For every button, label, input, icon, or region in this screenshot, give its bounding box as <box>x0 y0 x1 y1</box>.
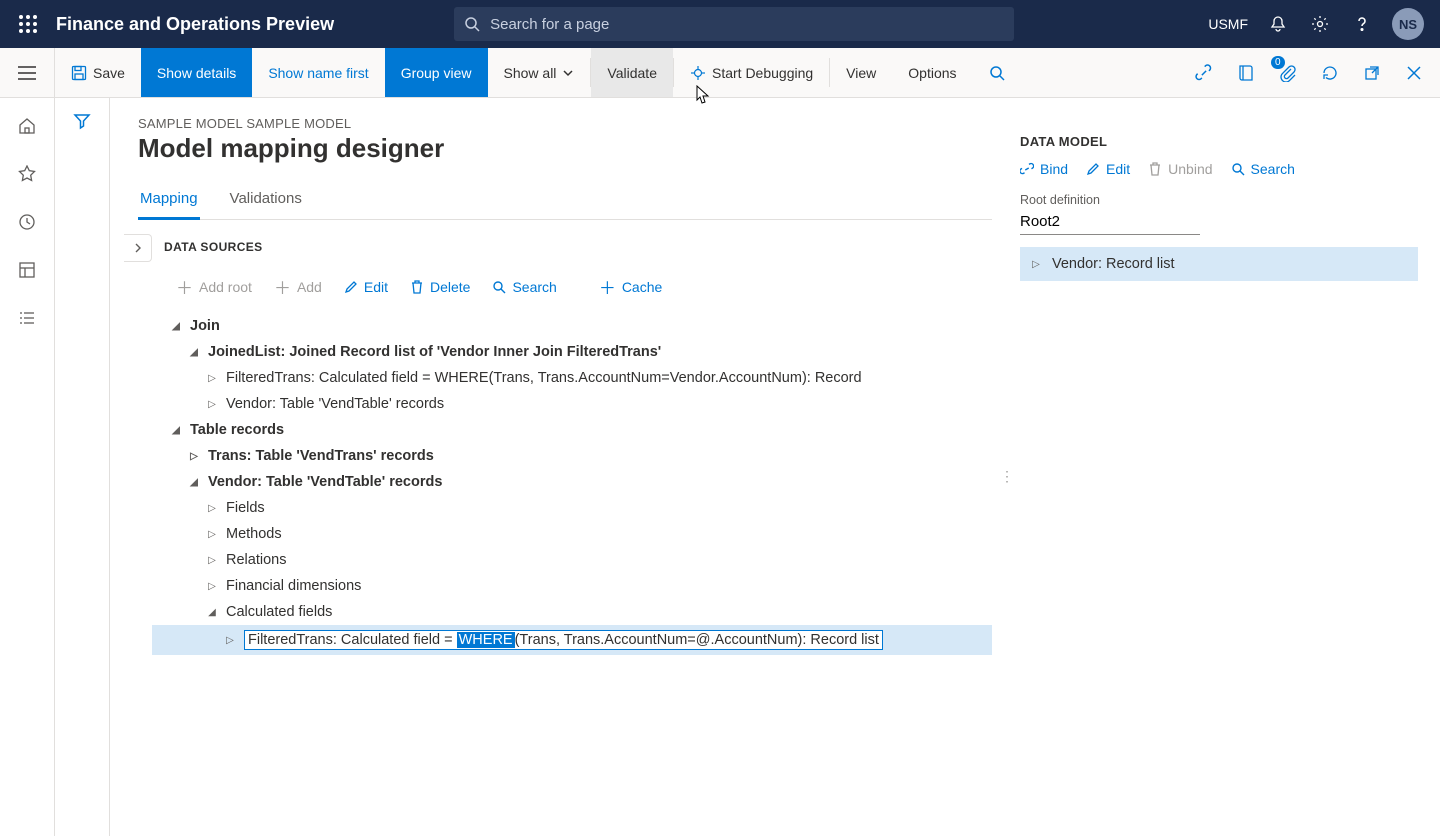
company-picker[interactable]: USMF <box>1208 16 1248 32</box>
data-sources-title: DATA SOURCES <box>164 240 263 254</box>
actionbar-search[interactable] <box>973 48 1021 97</box>
gear-icon[interactable] <box>1308 12 1332 36</box>
bind-button[interactable]: Bind <box>1020 161 1068 177</box>
chevron-down-icon <box>562 67 574 79</box>
avatar[interactable]: NS <box>1392 8 1424 40</box>
popout-icon[interactable] <box>1358 59 1386 87</box>
root-definition-input[interactable] <box>1020 209 1200 235</box>
recent-icon[interactable] <box>15 210 39 234</box>
save-icon <box>71 65 87 81</box>
add-button: ＋Add <box>274 274 322 299</box>
start-debugging-button[interactable]: Start Debugging <box>674 48 829 97</box>
tab-validations[interactable]: Validations <box>228 182 304 219</box>
dm-edit-button[interactable]: Edit <box>1086 161 1130 177</box>
notifications-icon[interactable] <box>1266 12 1290 36</box>
expand-datasource-types[interactable] <box>124 234 152 262</box>
tree-methods[interactable]: ▷Methods <box>152 521 992 547</box>
dm-vendor-node[interactable]: ▷ Vendor: Record list <box>1020 247 1418 281</box>
attachments-icon[interactable]: 0 <box>1274 59 1302 87</box>
search-icon <box>464 16 480 32</box>
page-title: Model mapping designer <box>138 133 992 164</box>
tree-join[interactable]: ◢Join <box>152 313 992 339</box>
debug-icon <box>690 65 706 81</box>
refresh-icon[interactable] <box>1316 59 1344 87</box>
validate-button[interactable]: Validate <box>591 48 673 97</box>
search-placeholder: Search for a page <box>490 16 609 33</box>
global-search[interactable]: Search for a page <box>454 7 1014 41</box>
breadcrumb: SAMPLE MODEL SAMPLE MODEL <box>138 116 992 131</box>
tree-fields[interactable]: ▷Fields <box>152 495 992 521</box>
close-icon[interactable] <box>1400 59 1428 87</box>
data-model-title: DATA MODEL <box>1020 134 1418 149</box>
tree-vendor-joined[interactable]: ▷Vendor: Table 'VendTable' records <box>152 391 992 417</box>
tree-relations[interactable]: ▷Relations <box>152 547 992 573</box>
tree-table-records[interactable]: ◢Table records <box>152 417 992 443</box>
view-menu[interactable]: View <box>830 48 892 97</box>
ds-search-button[interactable]: Search <box>492 274 556 299</box>
link-icon[interactable] <box>1190 59 1218 87</box>
modules-icon[interactable] <box>15 306 39 330</box>
filter-icon[interactable] <box>73 112 91 836</box>
book-icon[interactable] <box>1232 59 1260 87</box>
tree-filteredtrans[interactable]: ▷FilteredTrans: Calculated field = WHERE… <box>152 365 992 391</box>
show-name-first-button[interactable]: Show name first <box>252 48 384 97</box>
tree-calculated-fields[interactable]: ◢Calculated fields <box>152 599 992 625</box>
hamburger-icon[interactable] <box>0 48 55 97</box>
waffle-menu[interactable] <box>8 0 48 48</box>
tree-trans[interactable]: ▷Trans: Table 'VendTrans' records <box>152 443 992 469</box>
root-definition-label: Root definition <box>1020 193 1418 207</box>
options-menu[interactable]: Options <box>892 48 972 97</box>
edit-button[interactable]: Edit <box>344 274 388 299</box>
save-button[interactable]: Save <box>55 48 141 97</box>
tree-filteredtrans-selected[interactable]: ▷ FilteredTrans: Calculated field = WHER… <box>152 625 992 655</box>
tab-mapping[interactable]: Mapping <box>138 182 200 220</box>
cache-button[interactable]: ＋Cache <box>599 274 662 299</box>
show-details-button[interactable]: Show details <box>141 48 252 97</box>
unbind-button: Unbind <box>1148 161 1212 177</box>
dm-search-button[interactable]: Search <box>1231 161 1295 177</box>
help-icon[interactable] <box>1350 12 1374 36</box>
group-view-button[interactable]: Group view <box>385 48 488 97</box>
add-root-button: ＋Add root <box>176 274 252 299</box>
show-all-dropdown[interactable]: Show all <box>488 48 591 97</box>
star-icon[interactable] <box>15 162 39 186</box>
tree-financial-dimensions[interactable]: ▷Financial dimensions <box>152 573 992 599</box>
home-icon[interactable] <box>15 114 39 138</box>
workspace-icon[interactable] <box>15 258 39 282</box>
tree-joinedlist[interactable]: ◢JoinedList: Joined Record list of 'Vend… <box>152 339 992 365</box>
tree-vendor[interactable]: ◢Vendor: Table 'VendTable' records <box>152 469 992 495</box>
app-title: Finance and Operations Preview <box>56 14 334 35</box>
delete-button[interactable]: Delete <box>410 274 470 299</box>
